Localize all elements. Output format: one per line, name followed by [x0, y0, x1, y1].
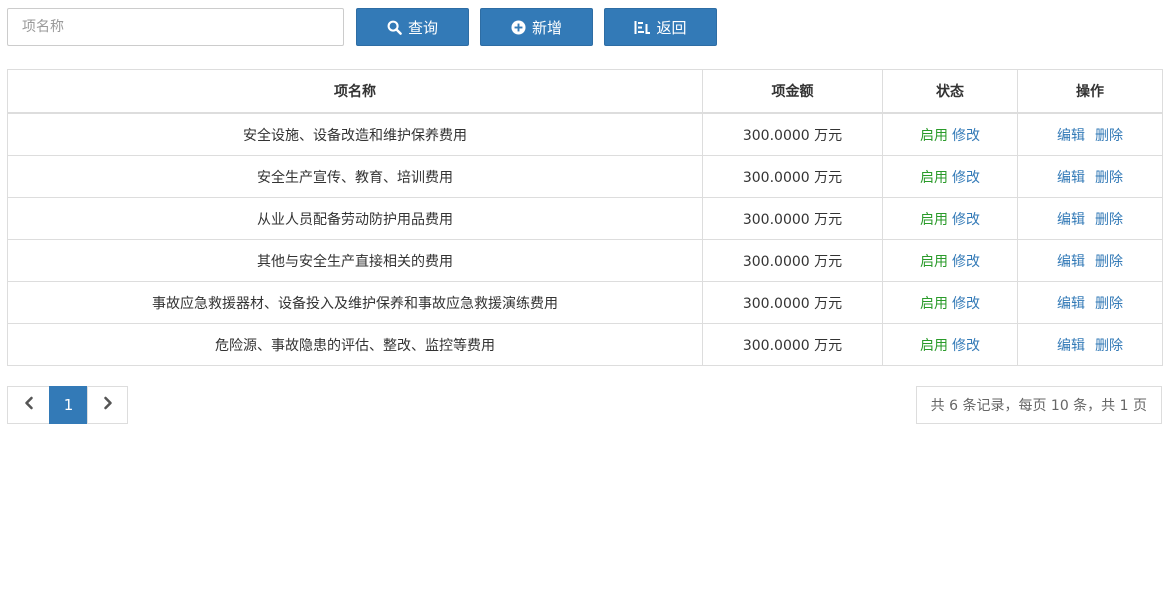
query-button-label: 查询: [407, 18, 438, 37]
status-cell: 启用 修改: [882, 112, 1018, 156]
table-header-row: 项名称 项金额 状态 操作: [7, 69, 1163, 114]
next-page-button[interactable]: [87, 386, 128, 424]
ops-cell: 编辑 删除: [1017, 323, 1163, 366]
status-text: 启用: [920, 295, 948, 312]
query-button[interactable]: 查询: [356, 8, 469, 46]
status-text: 启用: [920, 127, 948, 144]
status-cell: 启用 修改: [882, 239, 1018, 282]
delete-link[interactable]: 删除: [1095, 170, 1123, 186]
status-text: 启用: [920, 169, 948, 186]
table-row: 危险源、事故隐患的评估、整改、监控等费用 300.0000 万元 启用 修改 编辑…: [7, 323, 1163, 366]
plus-circle-icon: [511, 19, 526, 35]
item-amount: 300.0000 万元: [702, 323, 883, 366]
status-cell: 启用 修改: [882, 323, 1018, 366]
table-row: 其他与安全生产直接相关的费用 300.0000 万元 启用 修改 编辑 删除: [7, 239, 1163, 282]
table-row: 安全设施、设备改造和维护保养费用 300.0000 万元 启用 修改 编辑 删除: [7, 112, 1163, 156]
status-text: 启用: [920, 211, 948, 228]
modify-status-link[interactable]: 修改: [952, 128, 980, 144]
delete-link[interactable]: 删除: [1095, 338, 1123, 354]
item-name: 安全设施、设备改造和维护保养费用: [7, 112, 703, 156]
table-row: 从业人员配备劳动防护用品费用 300.0000 万元 启用 修改 编辑 删除: [7, 197, 1163, 240]
edit-link[interactable]: 编辑: [1057, 212, 1085, 228]
edit-link[interactable]: 编辑: [1057, 128, 1085, 144]
ops-cell: 编辑 删除: [1017, 281, 1163, 324]
status-text: 启用: [920, 337, 948, 354]
status-cell: 启用 修改: [882, 281, 1018, 324]
search-input[interactable]: [7, 8, 344, 46]
delete-link[interactable]: 删除: [1095, 296, 1123, 312]
edit-link[interactable]: 编辑: [1057, 254, 1085, 270]
item-amount: 300.0000 万元: [702, 155, 883, 198]
modify-status-link[interactable]: 修改: [952, 212, 980, 228]
status-cell: 启用 修改: [882, 155, 1018, 198]
page: 查询 新增 返回: [0, 0, 1170, 600]
column-header-amount: 项金额: [702, 69, 883, 114]
item-name: 安全生产宣传、教育、培训费用: [7, 155, 703, 198]
edit-link[interactable]: 编辑: [1057, 338, 1085, 354]
item-name: 其他与安全生产直接相关的费用: [7, 239, 703, 282]
modify-status-link[interactable]: 修改: [952, 254, 980, 270]
table-row: 安全生产宣传、教育、培训费用 300.0000 万元 启用 修改 编辑 删除: [7, 155, 1163, 198]
back-button-label: 返回: [656, 18, 687, 37]
modify-status-link[interactable]: 修改: [952, 338, 980, 354]
delete-link[interactable]: 删除: [1095, 212, 1123, 228]
prev-page-button[interactable]: [7, 386, 50, 424]
back-button[interactable]: 返回: [604, 8, 717, 46]
modify-status-link[interactable]: 修改: [952, 170, 980, 186]
ops-cell: 编辑 删除: [1017, 155, 1163, 198]
edit-link[interactable]: 编辑: [1057, 296, 1085, 312]
table-row: 事故应急救援器材、设备投入及维护保养和事故应急救援演练费用 300.0000 万…: [7, 281, 1163, 324]
delete-link[interactable]: 删除: [1095, 254, 1123, 270]
ops-cell: 编辑 删除: [1017, 112, 1163, 156]
records-summary: 共 6 条记录，每页 10 条，共 1 页: [915, 386, 1162, 424]
item-amount: 300.0000 万元: [702, 112, 883, 156]
item-amount: 300.0000 万元: [702, 239, 883, 282]
search-icon: [387, 20, 402, 35]
delete-link[interactable]: 删除: [1095, 128, 1123, 144]
status-cell: 启用 修改: [882, 197, 1018, 240]
item-amount: 300.0000 万元: [702, 197, 883, 240]
column-header-ops: 操作: [1017, 69, 1163, 114]
cost-items-table: 项名称 项金额 状态 操作 安全设施、设备改造和维护保养费用 300.0000 …: [7, 69, 1163, 366]
add-button[interactable]: 新增: [480, 8, 593, 46]
column-header-status: 状态: [882, 69, 1018, 114]
column-header-name: 项名称: [7, 69, 703, 114]
chevron-right-icon: [102, 396, 114, 414]
pagination: 1: [7, 386, 128, 424]
ops-cell: 编辑 删除: [1017, 197, 1163, 240]
item-name: 从业人员配备劳动防护用品费用: [7, 197, 703, 240]
add-button-label: 新增: [531, 18, 562, 37]
item-name: 危险源、事故隐患的评估、整改、监控等费用: [7, 323, 703, 366]
item-name: 事故应急救援器材、设备投入及维护保养和事故应急救援演练费用: [7, 281, 703, 324]
edit-link[interactable]: 编辑: [1057, 170, 1085, 186]
item-amount: 300.0000 万元: [702, 281, 883, 324]
modify-status-link[interactable]: 修改: [952, 296, 980, 312]
ops-cell: 编辑 删除: [1017, 239, 1163, 282]
status-text: 启用: [920, 253, 948, 270]
page-number-button[interactable]: 1: [49, 386, 88, 424]
sort-bars-icon: [634, 20, 651, 35]
chevron-left-icon: [23, 396, 35, 414]
